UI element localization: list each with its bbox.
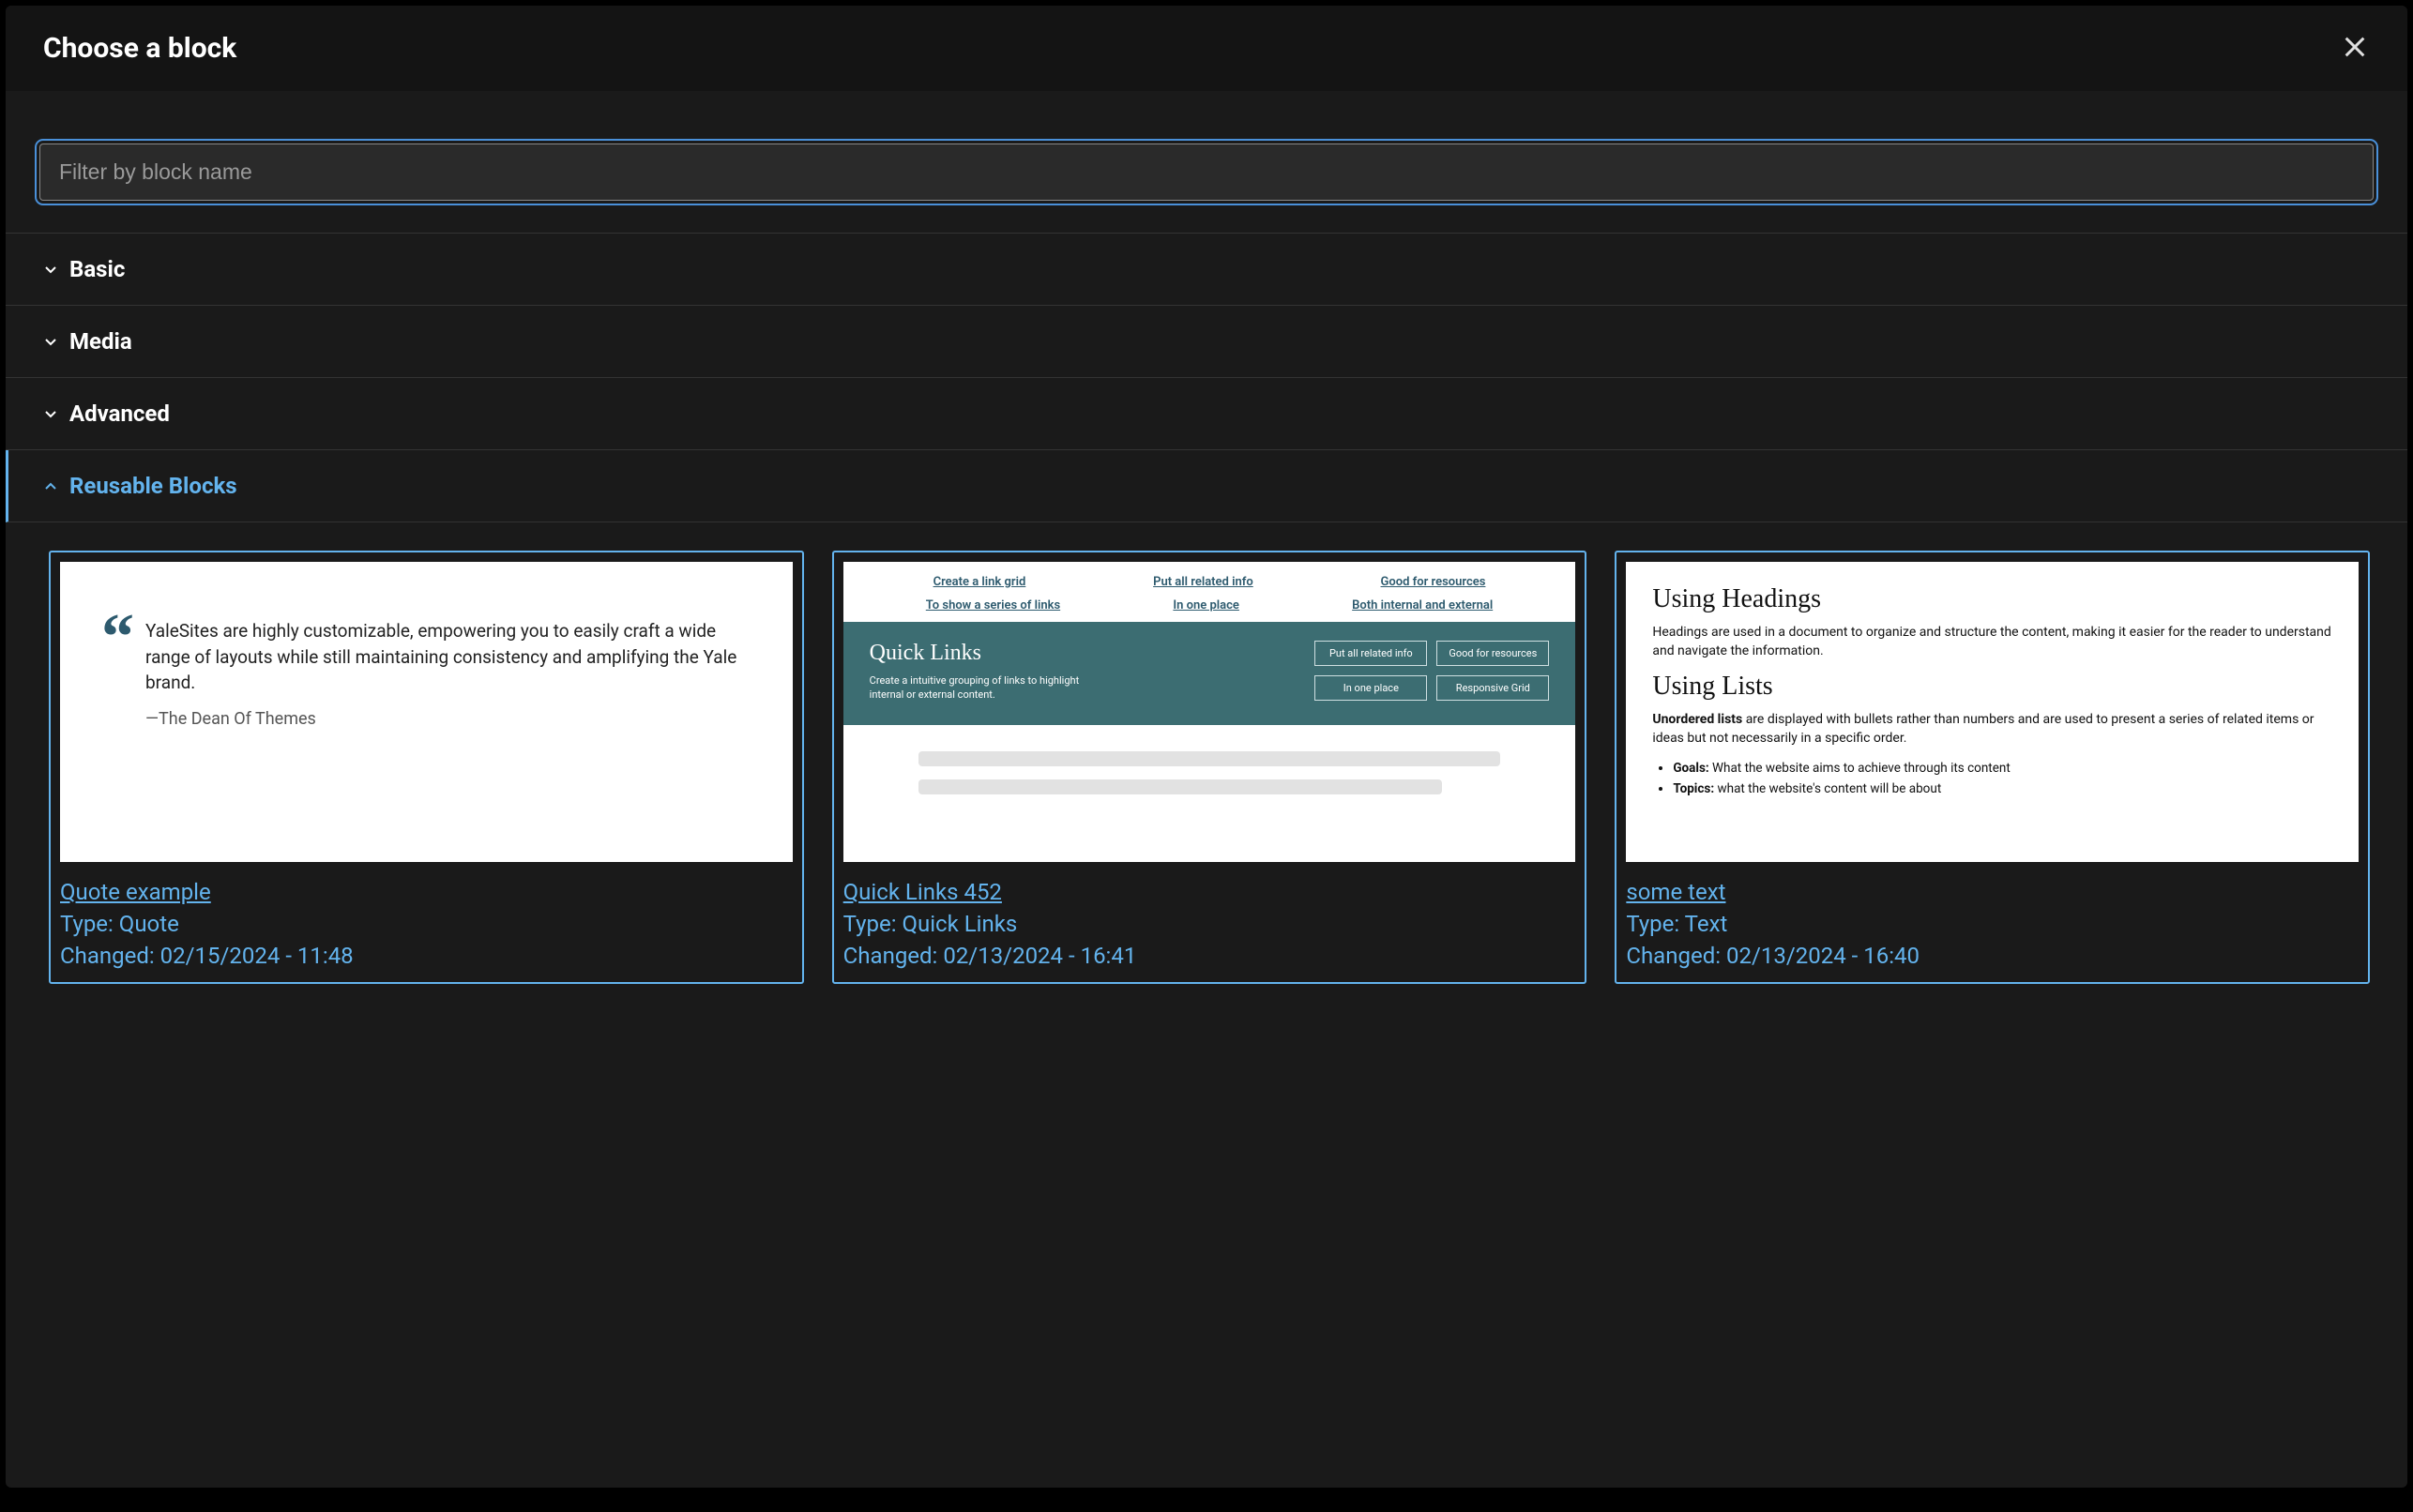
preview-paragraph: Unordered lists are displayed with bulle… (1652, 711, 2332, 748)
preview-link: Good for resources (1381, 575, 1486, 589)
preview-paragraph: Headings are used in a document to organ… (1652, 624, 2332, 660)
block-card-type: Type: Text (1626, 911, 2359, 937)
preview-link: Create a link grid (933, 575, 1026, 589)
block-preview: “ YaleSites are highly customizable, emp… (60, 562, 793, 862)
block-card-quick-links-452[interactable]: Create a link grid Put all related info … (832, 551, 1587, 984)
preview-hero-button: Responsive Grid (1436, 675, 1549, 701)
preview-link: To show a series of links (926, 598, 1060, 612)
block-cards: “ YaleSites are highly customizable, emp… (6, 522, 2407, 1021)
quote-icon: “ (101, 618, 134, 729)
modal-title: Choose a block (43, 32, 236, 65)
preview-quote-text: YaleSites are highly customizable, empow… (145, 618, 751, 696)
category-label: Media (69, 328, 132, 355)
category-advanced[interactable]: Advanced (6, 378, 2407, 450)
block-preview: Create a link grid Put all related info … (843, 562, 1576, 862)
block-card-changed: Changed: 02/13/2024 - 16:41 (843, 943, 1576, 969)
modal-body: Basic Media Advanced Reusable Blocks (6, 91, 2407, 1021)
block-card-changed: Changed: 02/15/2024 - 11:48 (60, 943, 793, 969)
preview-heading: Using Headings (1652, 584, 2332, 614)
preview-strong: Unordered lists (1652, 712, 1742, 727)
skeleton-bar (918, 751, 1501, 766)
preview-quote-attribution: —The Dean Of Themes (145, 709, 751, 729)
block-card-type: Type: Quick Links (843, 911, 1576, 937)
block-card-title[interactable]: Quote example (60, 879, 211, 905)
filter-input[interactable] (39, 144, 2374, 201)
list-item: Topics: what the website's content will … (1673, 779, 2332, 800)
preview-link: Both internal and external (1352, 598, 1493, 612)
chevron-down-icon (43, 334, 58, 349)
category-media[interactable]: Media (6, 306, 2407, 378)
close-button[interactable] (2338, 30, 2372, 67)
block-card-quote-example[interactable]: “ YaleSites are highly customizable, emp… (49, 551, 804, 984)
chevron-up-icon (43, 478, 58, 493)
preview-hero-button: Good for resources (1436, 641, 1549, 666)
modal-header: Choose a block (6, 6, 2407, 91)
preview-link: In one place (1173, 598, 1239, 612)
preview-hero-button: Put all related info (1314, 641, 1427, 666)
block-card-type: Type: Quote (60, 911, 793, 937)
category-label: Reusable Blocks (69, 473, 237, 499)
filter-section (6, 91, 2407, 233)
preview-heading: Using Lists (1652, 672, 2332, 702)
block-preview: Using Headings Headings are used in a do… (1626, 562, 2359, 862)
block-card-changed: Changed: 02/13/2024 - 16:40 (1626, 943, 2359, 969)
chevron-down-icon (43, 262, 58, 277)
category-reusable-blocks[interactable]: Reusable Blocks (6, 450, 2407, 522)
choose-block-modal: Choose a block Basic (6, 6, 2407, 1488)
preview-list: Goals: What the website aims to achieve … (1673, 759, 2332, 799)
preview-hero-button: In one place (1314, 675, 1427, 701)
block-card-some-text[interactable]: Using Headings Headings are used in a do… (1615, 551, 2370, 984)
preview-link: Put all related info (1153, 575, 1253, 589)
category-label: Basic (69, 256, 125, 282)
preview-hero-title: Quick Links (870, 641, 1085, 666)
category-label: Advanced (69, 401, 170, 427)
preview-hero-subtitle: Create a intuitive grouping of links to … (870, 673, 1085, 703)
category-list: Basic Media Advanced Reusable Blocks (6, 233, 2407, 522)
block-card-title[interactable]: Quick Links 452 (843, 879, 1002, 905)
block-card-title[interactable]: some text (1626, 879, 1725, 905)
category-basic[interactable]: Basic (6, 234, 2407, 306)
skeleton-bar (918, 779, 1443, 794)
close-icon (2342, 34, 2368, 63)
chevron-down-icon (43, 406, 58, 421)
list-item: Goals: What the website aims to achieve … (1673, 759, 2332, 779)
